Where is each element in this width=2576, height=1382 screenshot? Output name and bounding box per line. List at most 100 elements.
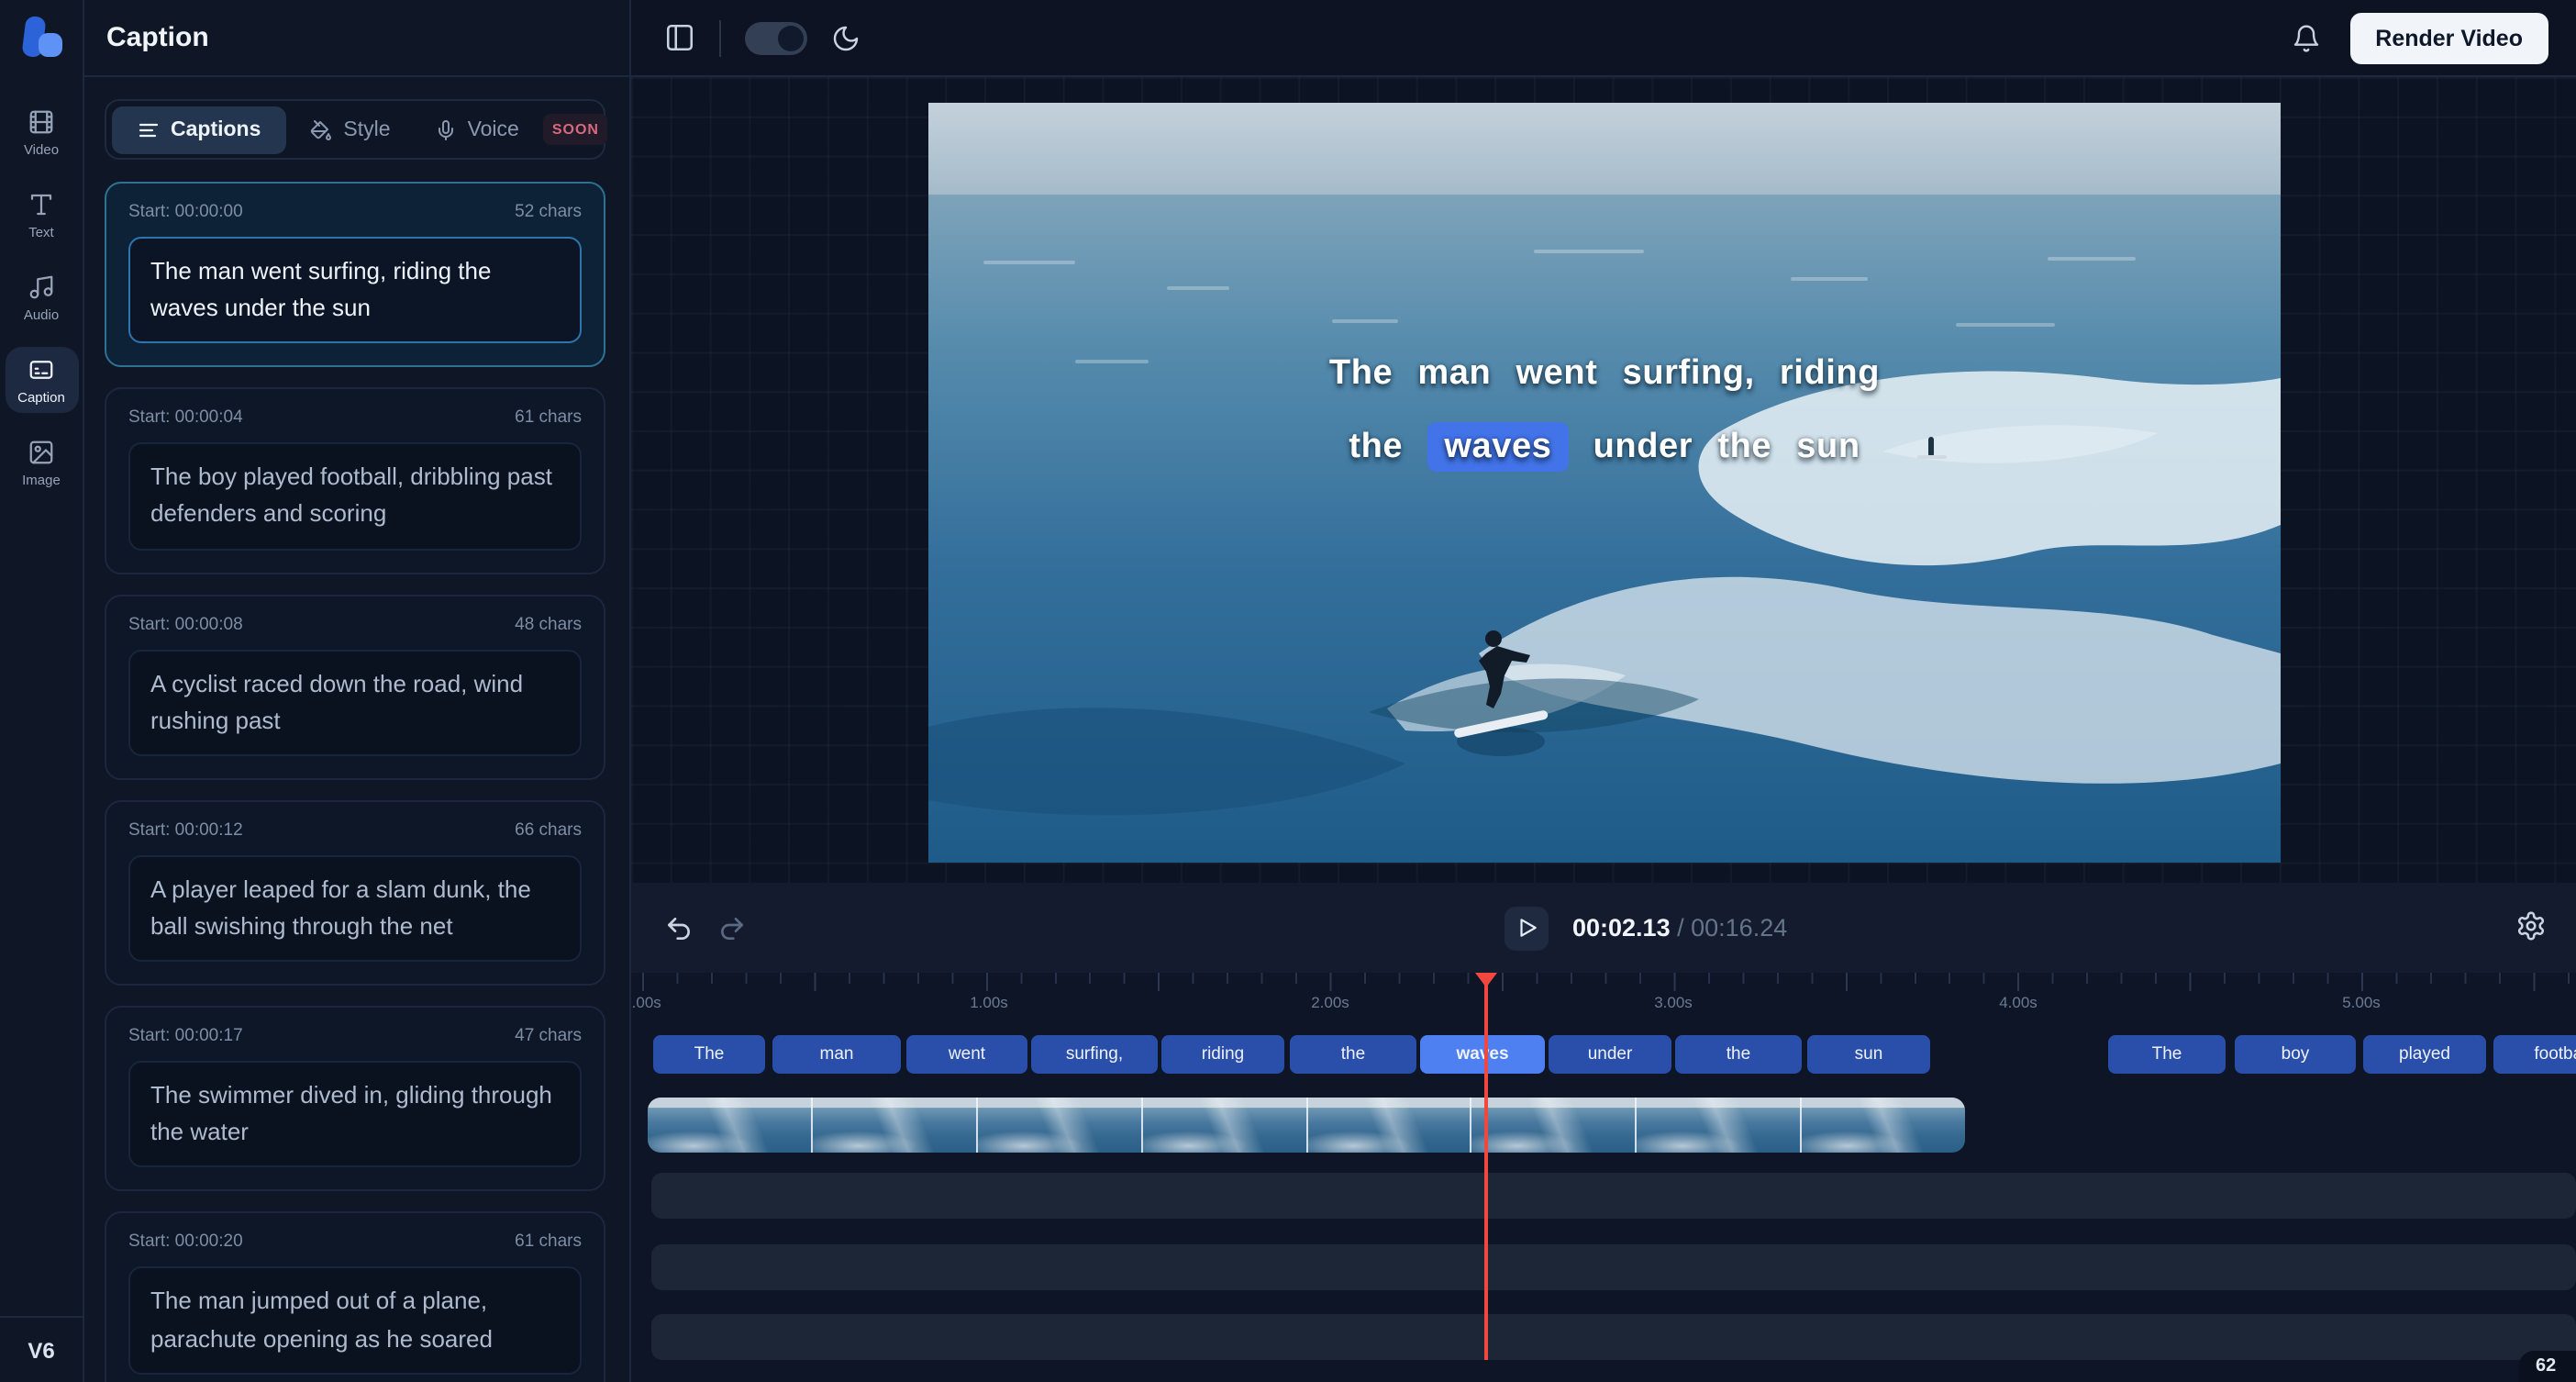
version-label: V6: [0, 1316, 83, 1382]
caption-text-input[interactable]: A player leaped for a slam dunk, the bal…: [128, 854, 582, 963]
redo-button[interactable]: [717, 913, 747, 942]
tab-voice[interactable]: Voice: [415, 106, 539, 153]
tab-captions[interactable]: Captions: [112, 106, 287, 153]
caption-card[interactable]: Start: 00:00:08 48 chars A cyclist raced…: [105, 594, 605, 780]
empty-track-row[interactable]: [651, 1314, 2576, 1360]
rail-label: Caption: [17, 389, 65, 406]
empty-track-row[interactable]: [651, 1173, 2576, 1219]
captions-icon: [28, 356, 55, 384]
ruler-ticks-major: [631, 973, 2576, 991]
playhead[interactable]: [1484, 982, 1488, 1360]
video-caption-overlay: The man went surfing, riding the waves u…: [928, 338, 2281, 485]
timeline: 0.00s 1.00s 2.00s 3.00s 4.00s 5.00s The …: [631, 973, 2576, 1382]
tab-label: Captions: [171, 118, 261, 140]
panel-header: Caption: [84, 0, 629, 77]
rail-item-audio[interactable]: Audio: [5, 264, 78, 330]
video-clip-track[interactable]: [648, 1098, 1965, 1153]
soon-badge: SOON: [542, 114, 608, 145]
image-icon: [28, 439, 55, 466]
ruler-label: 4.00s: [1999, 993, 2037, 1011]
caption-char-count: 47 chars: [515, 1026, 582, 1047]
video-thumbnail: [810, 1098, 976, 1153]
panel-toggle-button[interactable]: [664, 22, 695, 53]
timeline-ruler[interactable]: 0.00s 1.00s 2.00s 3.00s 4.00s 5.00s: [631, 973, 2576, 1019]
editor-area: Render Video The man went surfing, ridin…: [631, 0, 2576, 1382]
icon-rail: Video Text Audio Caption Image V6: [0, 0, 84, 1382]
timeline-word[interactable]: the: [1290, 1035, 1416, 1074]
timeline-word[interactable]: The: [653, 1035, 765, 1074]
mic-icon: [435, 118, 457, 140]
timeline-word[interactable]: The: [2108, 1035, 2226, 1074]
undo-button[interactable]: [664, 913, 694, 942]
timeline-word[interactable]: under: [1549, 1035, 1671, 1074]
caption-text-input[interactable]: The man went surfing, riding the waves u…: [128, 237, 582, 344]
rail-item-video[interactable]: Video: [5, 99, 78, 165]
timeline-settings-button[interactable]: [2515, 910, 2547, 942]
timeline-word[interactable]: the: [1675, 1035, 1802, 1074]
caption-card[interactable]: Start: 00:00:00 52 chars The man went su…: [105, 182, 605, 368]
list-icon: [138, 118, 160, 140]
caption-text-input[interactable]: A cyclist raced down the road, wind rush…: [128, 649, 582, 756]
notifications-button[interactable]: [2291, 23, 2320, 52]
timeline-word[interactable]: sun: [1807, 1035, 1930, 1074]
video-thumbnail: [1800, 1098, 1965, 1153]
timeline-word[interactable]: went: [906, 1035, 1027, 1074]
video-thumbnail: [975, 1098, 1141, 1153]
type-icon: [28, 191, 55, 218]
caption-text-input[interactable]: The swimmer dived in, gliding through th…: [128, 1061, 582, 1168]
caption-card[interactable]: Start: 00:00:04 61 chars The boy played …: [105, 387, 605, 574]
ruler-label: 0.00s: [631, 993, 661, 1011]
app-logo[interactable]: [0, 0, 83, 77]
divider: [719, 19, 721, 56]
app-window: Video Text Audio Caption Image V6 Captio…: [0, 0, 2576, 1382]
timeline-word[interactable]: man: [772, 1035, 901, 1074]
total-time: 00:16.24: [1691, 914, 1788, 942]
time-display: 00:02.13 / 00:16.24: [1572, 914, 1788, 942]
caption-start-time: Start: 00:00:08: [128, 614, 243, 635]
rail-label: Video: [23, 141, 60, 158]
caption-text-input[interactable]: The boy played football, dribbling past …: [128, 442, 582, 551]
rail-item-image[interactable]: Image: [5, 429, 78, 496]
ruler-label: 5.00s: [2342, 993, 2381, 1011]
timeline-word[interactable]: surfing,: [1031, 1035, 1158, 1074]
caption-start-time: Start: 00:00:00: [128, 202, 243, 222]
ruler-label: 2.00s: [1311, 993, 1349, 1011]
video-thumbnail: [1470, 1098, 1636, 1153]
caption-text-input[interactable]: The man jumped out of a plane, parachute…: [128, 1266, 582, 1375]
timeline-zoom-badge: 62: [2519, 1351, 2576, 1382]
caption-start-time: Start: 00:00:20: [128, 1232, 243, 1253]
theme-toggle[interactable]: [745, 21, 807, 54]
video-thumbnail: [1140, 1098, 1305, 1153]
caption-panel: Caption Captions Style Voice SOON Start:…: [84, 0, 631, 1382]
caption-char-count: 61 chars: [515, 407, 582, 429]
moon-icon: [831, 23, 861, 52]
paint-bucket-icon: [310, 118, 332, 140]
rail-item-caption[interactable]: Caption: [5, 347, 78, 413]
caption-card[interactable]: Start: 00:00:20 61 chars The man jumped …: [105, 1211, 605, 1382]
tab-style[interactable]: Style: [290, 106, 410, 153]
tab-label: Style: [343, 118, 391, 140]
timeline-word[interactable]: football: [2493, 1035, 2576, 1074]
empty-track-row[interactable]: [651, 1244, 2576, 1290]
caption-card[interactable]: Start: 00:00:17 47 chars The swimmer div…: [105, 1006, 605, 1192]
panel-left-icon: [664, 22, 695, 53]
playback-bar: 00:02.13 / 00:16.24: [631, 883, 2576, 973]
timeline-word[interactable]: boy: [2235, 1035, 2356, 1074]
caption-start-time: Start: 00:00:12: [128, 819, 243, 841]
caption-card[interactable]: Start: 00:00:12 66 chars A player leaped…: [105, 799, 605, 986]
rail-item-text[interactable]: Text: [5, 182, 78, 248]
video-preview[interactable]: The man went surfing, riding the waves u…: [928, 103, 2281, 863]
tab-label: Voice: [467, 118, 519, 140]
timeline-word[interactable]: riding: [1161, 1035, 1284, 1074]
ruler-label: 3.00s: [1654, 993, 1693, 1011]
timeline-word[interactable]: played: [2363, 1035, 2486, 1074]
play-button[interactable]: [1505, 906, 1549, 950]
music-icon: [28, 273, 55, 301]
caption-list: Start: 00:00:00 52 chars The man went su…: [105, 182, 605, 1382]
caption-char-count: 61 chars: [515, 1232, 582, 1253]
render-video-button[interactable]: Render Video: [2349, 12, 2548, 63]
toggle-knob: [778, 25, 804, 50]
caption-start-time: Start: 00:00:04: [128, 407, 243, 429]
timeline-word-active[interactable]: waves: [1420, 1035, 1545, 1074]
current-time: 00:02.13: [1572, 914, 1671, 942]
